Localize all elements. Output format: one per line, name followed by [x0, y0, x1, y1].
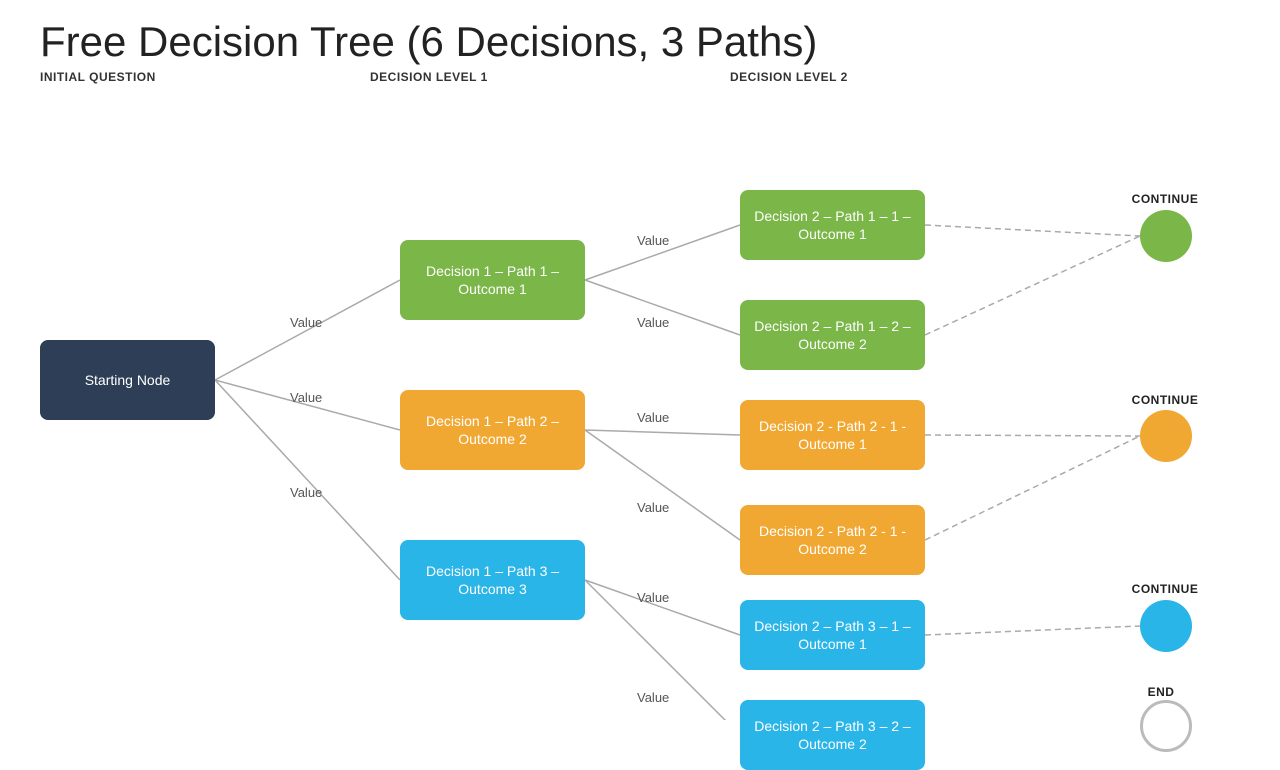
start-node[interactable]: Starting Node [40, 340, 215, 420]
value-l1-3-l2-3a: Value [637, 590, 669, 605]
header-level2: DECISION LEVEL 2 [730, 70, 950, 84]
l1-node-1[interactable]: Decision 1 – Path 1 – Outcome 1 [400, 240, 585, 320]
page-title: Free Decision Tree (6 Decisions, 3 Paths… [0, 0, 1280, 70]
l2-node-2a[interactable]: Decision 2 - Path 2 - 1 - Outcome 1 [740, 400, 925, 470]
value-l1-1-l2-1b: Value [637, 315, 669, 330]
value-l1-3-l2-3b: Value [637, 690, 669, 705]
l1-node-2[interactable]: Decision 1 – Path 2 – Outcome 2 [400, 390, 585, 470]
l2-node-2b[interactable]: Decision 2 - Path 2 - 1 - Outcome 2 [740, 505, 925, 575]
diagram-area: Value Value Value Value Value Value Valu… [0, 110, 1280, 720]
circle-continue-3 [1140, 600, 1192, 652]
continue-label-1: CONTINUE [1105, 192, 1225, 206]
continue-label-2: CONTINUE [1105, 393, 1225, 407]
value-l1-2-l2-2a: Value [637, 410, 669, 425]
l2-node-1a[interactable]: Decision 2 – Path 1 – 1 – Outcome 1 [740, 190, 925, 260]
value-start-l1-3: Value [290, 485, 322, 500]
continue-label-3: CONTINUE [1105, 582, 1225, 596]
l1-node-3[interactable]: Decision 1 – Path 3 – Outcome 3 [400, 540, 585, 620]
value-start-l1-2: Value [290, 390, 322, 405]
circle-end [1140, 700, 1192, 752]
circle-continue-2 [1140, 410, 1192, 462]
header-level1: DECISION LEVEL 1 [370, 70, 570, 84]
value-l1-1-l2-1a: Value [637, 233, 669, 248]
l2-node-3b[interactable]: Decision 2 – Path 3 – 2 – Outcome 2 [740, 700, 925, 770]
l2-node-1b[interactable]: Decision 2 – Path 1 – 2 – Outcome 2 [740, 300, 925, 370]
value-l1-2-l2-2b: Value [637, 500, 669, 515]
circle-continue-1 [1140, 210, 1192, 262]
l2-node-3a[interactable]: Decision 2 – Path 3 – 1 – Outcome 1 [740, 600, 925, 670]
header-initial: INITIAL QUESTION [40, 70, 250, 84]
value-start-l1-1: Value [290, 315, 322, 330]
end-label: END [1127, 685, 1195, 699]
